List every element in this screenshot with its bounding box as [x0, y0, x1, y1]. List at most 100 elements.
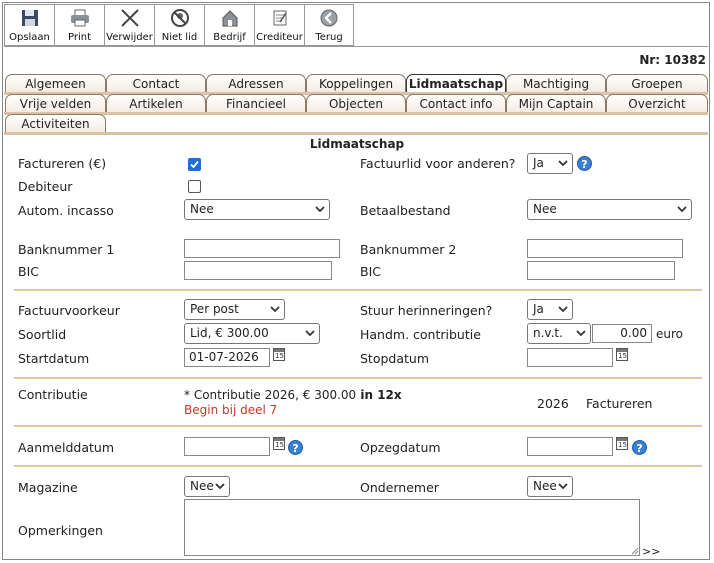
- toolbar: Opslaan Print Verwijder Niet lid Bedrijf…: [4, 4, 354, 46]
- tab-row-divider: [4, 132, 708, 135]
- tab-contact-info[interactable]: Contact info: [406, 94, 506, 112]
- crediteur-label: Crediteur: [256, 32, 303, 43]
- toolbar-divider: [4, 46, 708, 47]
- chevron-down-icon: [677, 206, 687, 213]
- calendar-icon[interactable]: 15: [273, 348, 285, 361]
- handm-contributie-select[interactable]: n.v.t.: [527, 323, 591, 344]
- bic1-label: BIC: [18, 264, 39, 279]
- banknummer2-label: Banknummer 2: [360, 242, 457, 257]
- resize-handle-icon[interactable]: [631, 547, 639, 555]
- contributie-text: * Contributie 2026, € 300.00: [184, 388, 357, 402]
- herinneringen-label: Stuur herinneringen?: [360, 303, 493, 318]
- verwijder-button[interactable]: Verwijder: [104, 4, 154, 46]
- startdatum-label: Startdatum: [18, 351, 90, 366]
- opzegdatum-label: Opzegdatum: [360, 440, 441, 455]
- stopdatum-input[interactable]: [527, 348, 613, 367]
- tab-row-divider: [4, 112, 708, 115]
- tab-machtiging[interactable]: Machtiging: [506, 74, 606, 92]
- handm-contributie-value: n.v.t.: [533, 326, 563, 340]
- chevron-down-icon: [215, 483, 225, 490]
- factuurvoorkeur-select[interactable]: Per post: [184, 299, 285, 320]
- opmerkingen-label: Opmerkingen: [18, 523, 103, 538]
- tab-mijn-captain[interactable]: Mijn Captain: [506, 94, 606, 112]
- tab-groepen[interactable]: Groepen: [606, 74, 708, 92]
- print-button[interactable]: Print: [54, 4, 104, 46]
- terug-button[interactable]: Terug: [304, 4, 354, 46]
- opslaan-button[interactable]: Opslaan: [4, 4, 54, 46]
- document-icon: [269, 7, 291, 29]
- calendar-icon[interactable]: 15: [616, 348, 628, 361]
- contributie-begin: Begin bij deel 7: [184, 403, 278, 417]
- opslaan-label: Opslaan: [9, 32, 50, 43]
- startdatum-input[interactable]: 01-07-2026: [184, 348, 270, 367]
- bic1-input[interactable]: [184, 261, 332, 280]
- tab-contact[interactable]: Contact: [106, 74, 206, 92]
- chevron-down-icon: [270, 306, 280, 313]
- contributie-summary: * Contributie 2026, € 300.00 in 12x: [184, 388, 402, 402]
- contributie-label: Contributie: [18, 387, 88, 402]
- magazine-select[interactable]: Nee: [184, 476, 230, 497]
- tab-activiteiten[interactable]: Activiteiten: [5, 114, 106, 132]
- ondernemer-select[interactable]: Nee: [527, 476, 573, 497]
- aanmelddatum-label: Aanmelddatum: [18, 440, 115, 455]
- tab-algemeen[interactable]: Algemeen: [5, 74, 106, 92]
- chevron-down-icon: [576, 330, 586, 337]
- help-icon[interactable]: ?: [577, 156, 592, 171]
- chevron-down-icon: [315, 206, 325, 213]
- calendar-icon[interactable]: 15: [273, 437, 285, 450]
- tab-overzicht[interactable]: Overzicht: [606, 94, 708, 112]
- opzegdatum-input[interactable]: [527, 437, 613, 456]
- debiteur-checkbox[interactable]: [188, 180, 201, 193]
- help-icon[interactable]: ?: [632, 440, 647, 455]
- tab-financieel[interactable]: Financieel: [206, 94, 306, 112]
- expand-link[interactable]: >>: [642, 545, 660, 558]
- banknummer1-label: Banknummer 1: [18, 242, 115, 257]
- banknummer2-input[interactable]: [527, 239, 683, 258]
- factureren-label: Factureren (€): [18, 156, 107, 171]
- floppy-disk-icon: [19, 7, 41, 29]
- calendar-icon[interactable]: 15: [616, 437, 628, 450]
- tab-koppelingen[interactable]: Koppelingen: [306, 74, 406, 92]
- record-number: Nr: 10382: [639, 53, 706, 67]
- ondernemer-value: Nee: [533, 479, 557, 493]
- house-icon: [219, 7, 241, 29]
- tab-vrije-velden[interactable]: Vrije velden: [5, 94, 106, 112]
- niet-lid-button[interactable]: Niet lid: [154, 4, 204, 46]
- factuurlid-value: Ja: [533, 156, 544, 170]
- bic2-input[interactable]: [527, 261, 675, 280]
- betaalbestand-label: Betaalbestand: [360, 203, 451, 218]
- section-divider: [14, 425, 702, 427]
- contributie-year: 2026: [537, 396, 569, 411]
- incasso-select[interactable]: Nee: [184, 199, 330, 220]
- tab-objecten[interactable]: Objecten: [306, 94, 406, 112]
- soortlid-select[interactable]: Lid, € 300.00: [184, 323, 320, 344]
- betaalbestand-select[interactable]: Nee: [527, 199, 692, 220]
- magazine-label: Magazine: [18, 480, 78, 495]
- back-arrow-icon: [318, 7, 340, 29]
- bedrijf-label: Bedrijf: [213, 32, 246, 43]
- debiteur-label: Debiteur: [18, 179, 73, 194]
- bedrijf-button[interactable]: Bedrijf: [204, 4, 254, 46]
- tab-lidmaatschap[interactable]: Lidmaatschap: [406, 74, 506, 92]
- crediteur-button[interactable]: Crediteur: [254, 4, 304, 46]
- chevron-down-icon: [558, 483, 568, 490]
- bic2-label: BIC: [360, 264, 381, 279]
- aanmelddatum-input[interactable]: [184, 437, 270, 456]
- niet-lid-label: Niet lid: [161, 32, 198, 43]
- chevron-down-icon: [305, 330, 315, 337]
- herinneringen-select[interactable]: Ja: [527, 299, 573, 320]
- factuurlid-select[interactable]: Ja: [527, 153, 573, 174]
- print-label: Print: [67, 32, 91, 43]
- opmerkingen-textarea[interactable]: [184, 499, 640, 556]
- section-divider: [14, 377, 702, 379]
- tab-artikelen[interactable]: Artikelen: [106, 94, 206, 112]
- contributie-factureren-link[interactable]: Factureren: [586, 396, 652, 411]
- banknummer1-input[interactable]: [184, 239, 340, 258]
- soortlid-label: Soortlid: [18, 327, 67, 342]
- factureren-checkbox[interactable]: [188, 158, 201, 171]
- factuurvoorkeur-label: Factuurvoorkeur: [18, 303, 120, 318]
- tab-adressen[interactable]: Adressen: [206, 74, 306, 92]
- section-divider: [14, 465, 702, 467]
- help-icon[interactable]: ?: [288, 440, 303, 455]
- handm-contributie-amount[interactable]: 0.00: [592, 324, 652, 343]
